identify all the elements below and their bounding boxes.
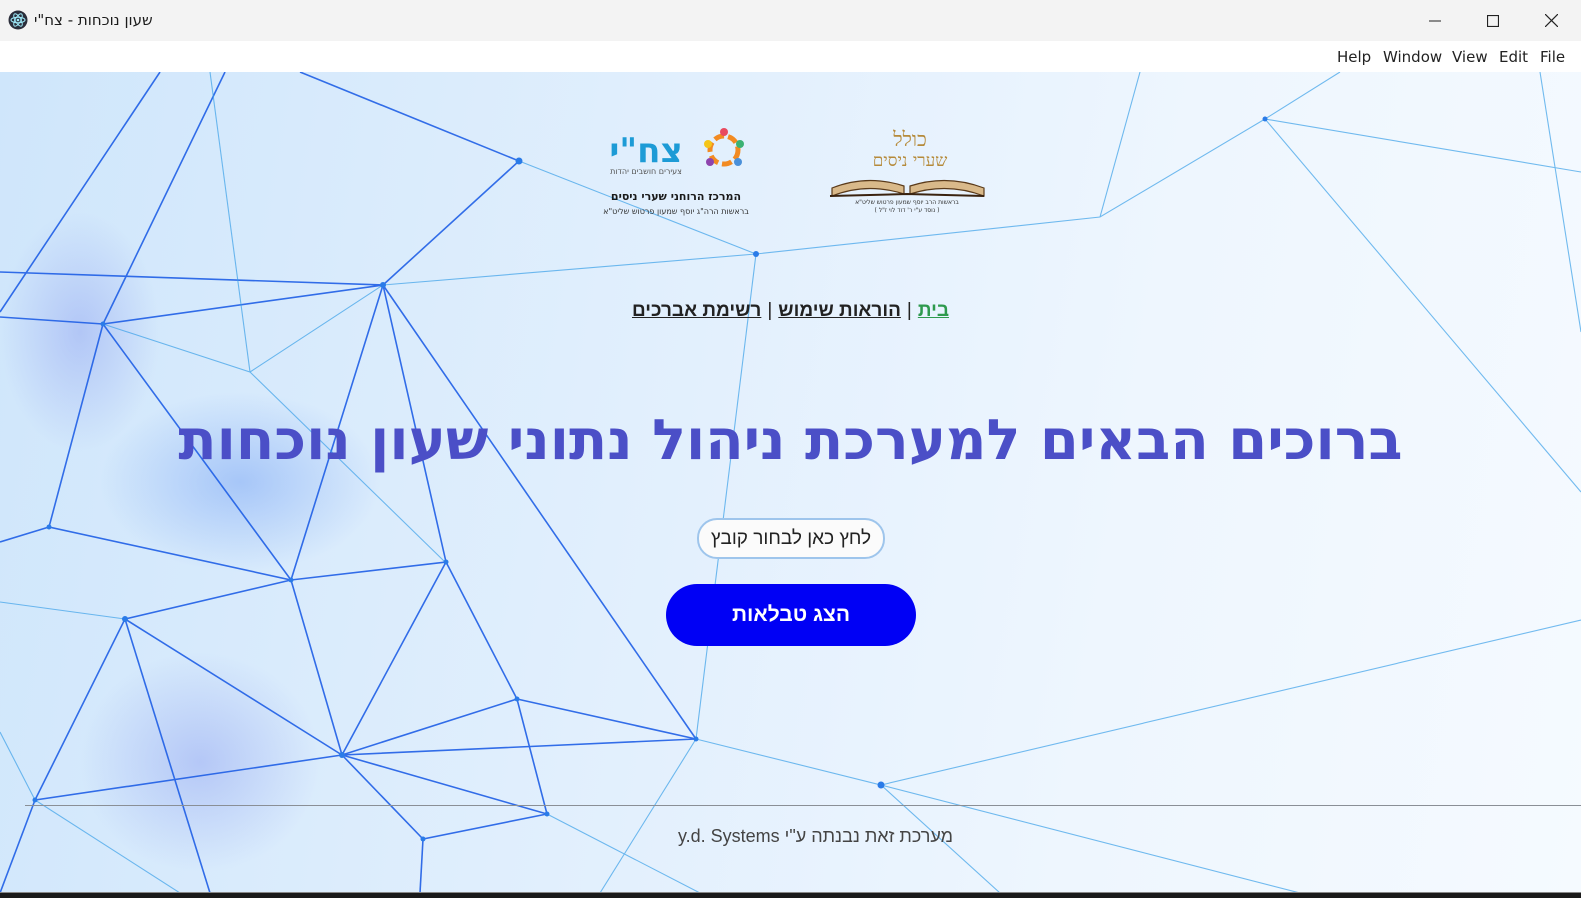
svg-text:צעירים חושבים יהדות: צעירים חושבים יהדות bbox=[610, 167, 682, 176]
tzachi-logo: צח"י צעירים חושבים יהדות המרכז הרוחני שע… bbox=[603, 128, 749, 216]
svg-text:( נוסד ע"י ר' דוד לוי ז"ל ): ( נוסד ע"י ר' דוד לוי ז"ל ) bbox=[875, 207, 940, 214]
svg-text:בראשות הרה"ג יוסף שמעון פרטוש: בראשות הרה"ג יוסף שמעון פרטוש שליט"א bbox=[603, 207, 749, 216]
menu-help[interactable]: Help bbox=[1337, 48, 1371, 66]
menu-bar: Help Window View Edit File bbox=[0, 41, 1581, 72]
electron-app-icon bbox=[8, 10, 28, 30]
maximize-icon bbox=[1487, 14, 1499, 27]
footer-credit: מערכת זאת נבנתה ע"י y.d. Systems bbox=[677, 826, 954, 846]
nav-link-employee-list[interactable]: רשימת אברכים bbox=[632, 300, 761, 321]
top-navigation: בית |הוראות שימוש| רשימת אברכים bbox=[0, 300, 1581, 322]
nav-separator: | bbox=[767, 300, 773, 321]
nav-link-instructions[interactable]: הוראות שימוש bbox=[778, 300, 901, 321]
app-window: שעון נוכחות - צח"י Help Window View Edit… bbox=[0, 0, 1581, 893]
maximize-button[interactable] bbox=[1464, 0, 1522, 41]
title-bar[interactable]: שעון נוכחות - צח"י bbox=[0, 0, 1581, 41]
svg-text:צח"י: צח"י bbox=[609, 131, 682, 171]
close-button[interactable] bbox=[1522, 0, 1580, 41]
network-background-image bbox=[0, 72, 1581, 892]
welcome-heading: ברוכים הבאים למערכת ניהול נתוני שעון נוכ… bbox=[178, 408, 1403, 473]
menu-edit[interactable]: Edit bbox=[1499, 48, 1528, 66]
svg-text:שערי ניסים: שערי ניסים bbox=[873, 151, 948, 171]
window-title: שעון נוכחות - צח"י bbox=[34, 11, 153, 29]
menu-file[interactable]: File bbox=[1540, 48, 1565, 66]
svg-text:כולל: כולל bbox=[892, 127, 927, 151]
menu-window[interactable]: Window bbox=[1383, 48, 1442, 66]
minimize-button[interactable] bbox=[1406, 0, 1464, 41]
show-tables-button[interactable]: הצג טבלאות bbox=[666, 584, 916, 646]
minimize-icon bbox=[1429, 20, 1441, 21]
footer-divider bbox=[25, 805, 1581, 806]
main-content: צח"י צעירים חושבים יהדות המרכז הרוחני שע… bbox=[0, 72, 1581, 892]
close-icon bbox=[1544, 14, 1558, 27]
kollel-shaarei-nissim-logo: כולל שערי ניסים בראשות הרב יוסף שמעון פר… bbox=[829, 127, 985, 214]
nav-link-home[interactable]: בית bbox=[918, 300, 949, 321]
svg-text:המרכז הרוחני שערי ניסים: המרכז הרוחני שערי ניסים bbox=[611, 190, 741, 203]
nav-separator: | bbox=[906, 300, 912, 321]
open-book-icon bbox=[829, 179, 985, 197]
svg-text:בראשות הרב יוסף שמעון פרטוש של: בראשות הרב יוסף שמעון פרטוש שליט"א bbox=[855, 199, 959, 206]
menu-view[interactable]: View bbox=[1452, 48, 1488, 66]
people-circle-icon bbox=[704, 128, 744, 167]
choose-file-button[interactable]: לחץ כאן לבחור קובץ bbox=[697, 518, 885, 559]
